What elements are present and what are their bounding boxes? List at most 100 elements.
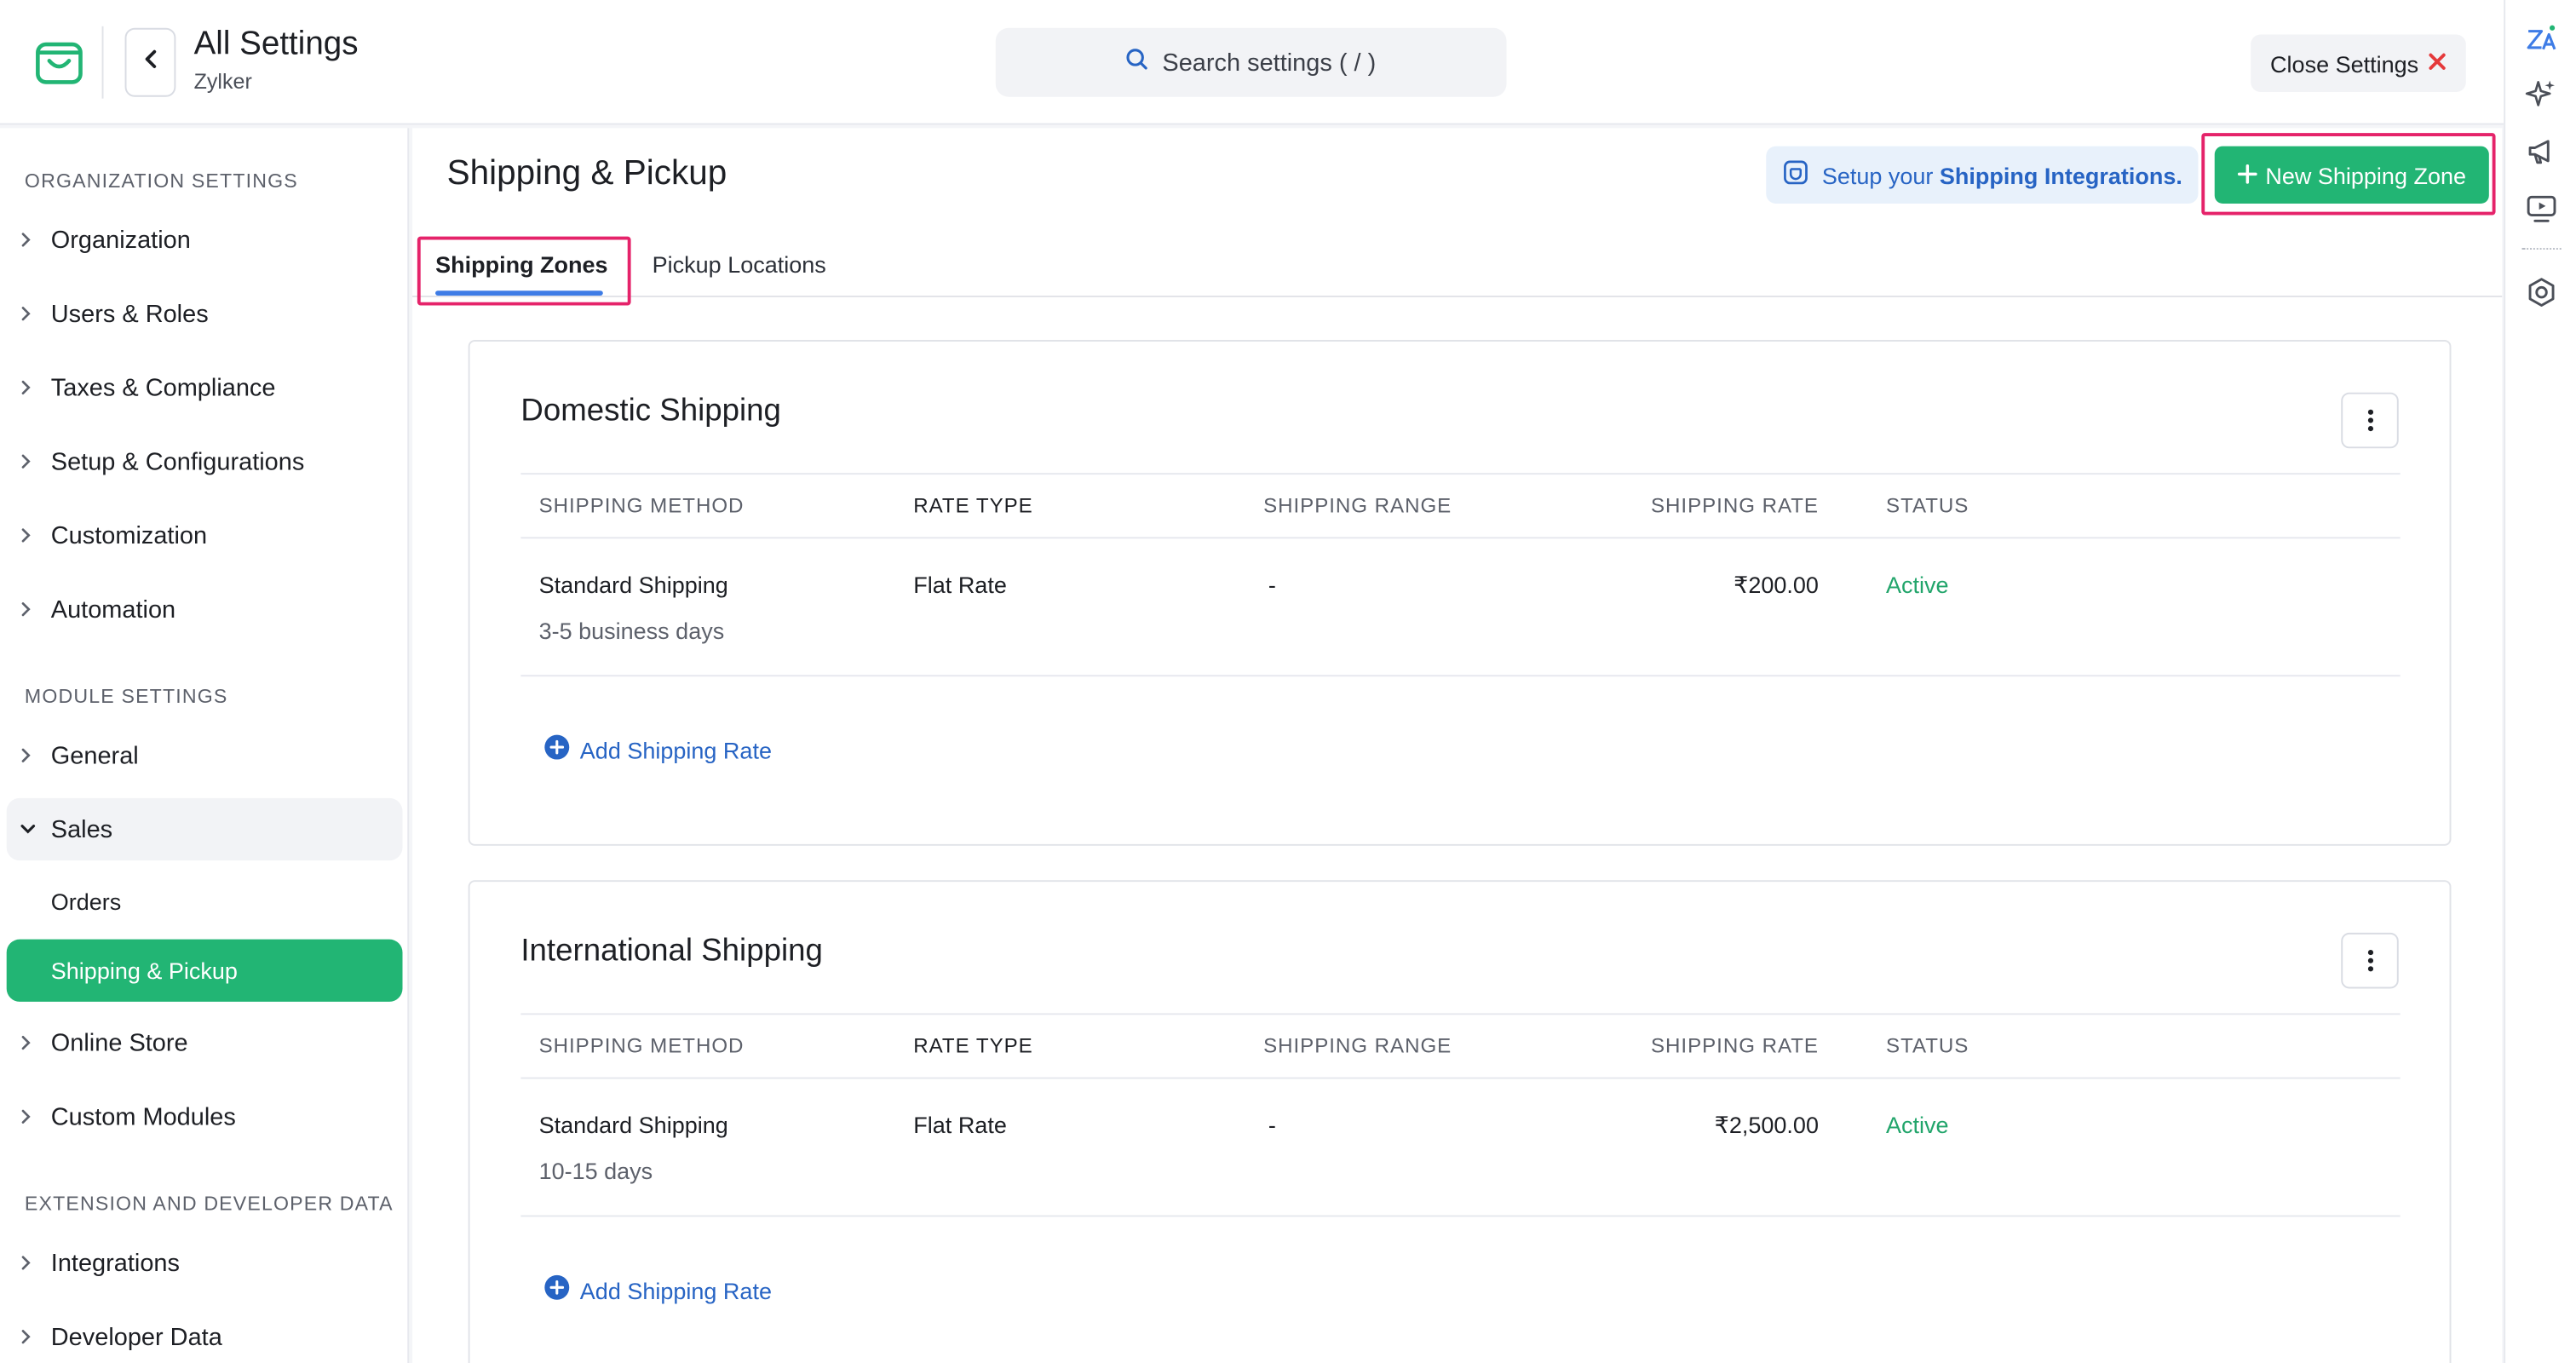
sidebar-item-label: Setup & Configurations [50,447,305,476]
col-shipping-method: SHIPPING METHOD [538,1034,745,1058]
highlight-box-tab [417,236,631,306]
table-header: SHIPPING METHOD RATE TYPE SHIPPING RANGE… [520,473,2401,539]
main-content: Shipping & Pickup Setup your Shipping In… [412,128,2503,1363]
chevron-right-icon [7,1034,51,1050]
sidebar-item-setup-configurations[interactable]: Setup & Configurations [7,430,403,492]
sidebar-item-label: Users & Roles [50,299,209,328]
tab-bar: Shipping Zones Pickup Locations [412,237,2503,297]
kebab-menu-icon[interactable] [2341,392,2399,449]
search-icon [1126,48,1149,78]
col-shipping-rate: SHIPPING RATE [1651,494,1819,518]
sidebar-item-taxes-compliance[interactable]: Taxes & Compliance [7,356,403,418]
integration-icon [1783,159,1809,191]
support-icon[interactable] [2523,274,2559,310]
megaphone-icon[interactable] [2523,133,2559,169]
shipping-rate: ₹2,500.00 [1714,1112,1819,1138]
col-rate-type: RATE TYPE [913,1034,1033,1058]
add-shipping-rate-button[interactable]: Add Shipping Rate [543,1274,772,1306]
close-icon [2429,49,2447,78]
sidebar-item-online-store[interactable]: Online Store [7,1011,403,1073]
sidebar-item-label: Developer Data [50,1322,222,1351]
sidebar-item-sales[interactable]: Sales [6,797,403,861]
banner-link[interactable]: Shipping Integrations. [1940,162,2182,188]
sidebar-item-label: Customization [50,521,208,549]
sidebar-item-label: Shipping & Pickup [50,957,238,984]
col-status: STATUS [1886,1034,1969,1058]
chevron-right-icon [7,379,51,395]
sidebar-item-users-roles[interactable]: Users & Roles [7,283,403,345]
shipping-rate: ₹200.00 [1734,571,1819,598]
sidebar-item-developer-data[interactable]: Developer Data [7,1306,403,1363]
zone-title: Domestic Shipping [520,394,781,429]
table-row[interactable]: Standard Shipping 10-15 days Flat Rate -… [520,1078,2401,1217]
add-shipping-rate-button[interactable]: Add Shipping Rate [543,734,772,766]
sidebar-item-integrations[interactable]: Integrations [7,1232,403,1294]
highlight-box-new-zone [2201,133,2496,216]
page-title: Shipping & Pickup [446,154,727,193]
sidebar-item-label: Organization [50,226,191,254]
col-shipping-method: SHIPPING METHOD [538,494,745,518]
zone-title: International Shipping [520,934,823,969]
back-button[interactable] [124,27,176,97]
zone-card-domestic: Domestic Shipping SHIPPING METHOD RATE T… [468,340,2452,846]
rail-divider [2521,248,2562,250]
app-root: All Settings Zylker Search settings ( / … [0,0,2576,1363]
section-title-module: MODULE SETTINGS [24,684,228,708]
settings-sidebar: ORGANIZATION SETTINGS Organization Users… [0,128,410,1363]
sidebar-item-label: Automation [50,595,176,624]
top-header: All Settings Zylker Search settings ( / … [0,0,2504,125]
shopping-bag-icon[interactable] [30,33,89,92]
organization-name: Zylker [193,68,252,94]
section-title-organization: ORGANIZATION SETTINGS [24,169,298,193]
chevron-right-icon [7,232,51,248]
plus-circle-icon [543,1274,570,1306]
video-help-icon[interactable] [2523,191,2559,227]
chevron-right-icon [7,527,51,543]
status-badge: Active [1886,1112,1949,1138]
rate-type: Flat Rate [913,571,1007,598]
sidebar-item-label: Orders [50,888,122,915]
sidebar-item-orders[interactable]: Orders [7,871,403,933]
table-row[interactable]: Standard Shipping 3-5 business days Flat… [520,538,2401,677]
sidebar-item-custom-modules[interactable]: Custom Modules [7,1085,403,1147]
banner-text: Setup your Shipping Integrations. [1822,162,2182,188]
kebab-menu-icon[interactable] [2341,932,2399,989]
sidebar-item-label: Sales [50,815,113,843]
section-title-extension: EXTENSION AND DEVELOPER DATA [24,1192,394,1216]
col-shipping-range: SHIPPING RANGE [1263,1034,1452,1058]
sidebar-item-label: Online Store [50,1028,188,1057]
chevron-down-icon [7,823,51,836]
chevron-right-icon [7,1108,51,1124]
shipping-range: - [1268,571,1276,598]
chevron-right-icon [7,306,51,322]
search-settings-input[interactable]: Search settings ( / ) [995,27,1507,97]
sidebar-item-label: Custom Modules [50,1102,236,1131]
shipping-duration: 3-5 business days [538,617,725,644]
shipping-method: Standard Shipping [538,1112,728,1138]
col-shipping-range: SHIPPING RANGE [1263,494,1452,518]
chevron-right-icon [7,747,51,763]
close-settings-label: Close Settings [2270,49,2419,77]
translate-icon[interactable] [2523,21,2559,57]
tab-pickup-locations[interactable]: Pickup Locations [653,251,826,278]
sidebar-item-organization[interactable]: Organization [7,209,403,271]
sidebar-item-automation[interactable]: Automation [7,578,403,641]
add-shipping-rate-label: Add Shipping Rate [579,736,772,763]
header-divider [101,26,104,99]
sidebar-item-general[interactable]: General [7,724,403,786]
col-status: STATUS [1886,494,1969,518]
status-badge: Active [1886,571,1949,598]
sparkle-icon[interactable] [2523,76,2559,112]
sidebar-item-customization[interactable]: Customization [7,504,403,566]
sidebar-item-label: Taxes & Compliance [50,373,276,402]
search-placeholder: Search settings ( / ) [1162,48,1377,77]
chevron-right-icon [7,601,51,618]
shipping-duration: 10-15 days [538,1158,653,1184]
sidebar-item-label: General [50,741,139,770]
setup-integrations-link[interactable]: Setup your Shipping Integrations. [1766,146,2199,204]
table-header: SHIPPING METHOD RATE TYPE SHIPPING RANGE… [520,1013,2401,1079]
sidebar-item-shipping-pickup[interactable]: Shipping & Pickup [6,939,403,1002]
close-settings-button[interactable]: Close Settings [2251,34,2466,92]
zone-card-international: International Shipping SHIPPING METHOD R… [468,880,2452,1363]
col-rate-type: RATE TYPE [913,494,1033,518]
